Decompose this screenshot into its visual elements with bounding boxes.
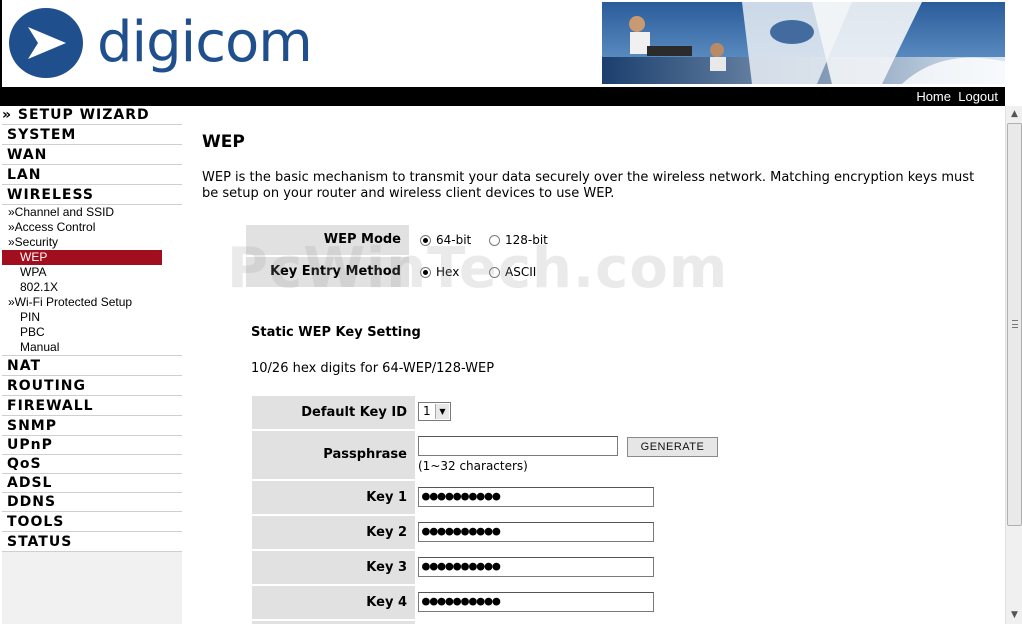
key-1-label: Key 1 — [252, 481, 415, 514]
logout-link[interactable]: Logout — [958, 88, 998, 105]
menu-upnp[interactable]: UPnP — [2, 436, 182, 455]
wep-mode-label: WEP Mode — [246, 225, 409, 255]
key-4-input[interactable]: ●●●●●●●●●● — [418, 592, 654, 612]
menu-status[interactable]: STATUS — [2, 532, 182, 552]
chevron-down-icon: ▼ — [435, 404, 449, 419]
radio-selected-icon — [420, 234, 431, 246]
window-edge — [1005, 0, 1007, 106]
main-content: WEP WEP is the basic mechanism to transm… — [182, 106, 1005, 624]
submenu-wep[interactable]: WEP — [2, 250, 162, 265]
default-key-id-label: Default Key ID — [252, 396, 415, 429]
passphrase-label: Passphrase — [252, 431, 415, 479]
wep-mode-128-radio[interactable]: 128-bit — [489, 233, 548, 247]
submenu-wpa[interactable]: WPA — [2, 265, 182, 280]
passphrase-input[interactable] — [418, 436, 618, 456]
wireless-submenu: »Channel and SSID »Access Control »Secur… — [2, 205, 182, 356]
wep-mode-64-radio[interactable]: 64-bit — [420, 233, 471, 247]
grip-icon — [1012, 320, 1018, 328]
menu-ddns[interactable]: DDNS — [2, 493, 182, 512]
key-entry-hex-label: Hex — [436, 265, 460, 279]
menu-lan[interactable]: LAN — [2, 165, 182, 185]
radio-empty-icon — [489, 234, 500, 246]
menu-setup-wizard[interactable]: » SETUP WIZARD — [2, 106, 182, 125]
radio-empty-icon — [489, 266, 500, 278]
menu-routing[interactable]: ROUTING — [2, 376, 182, 396]
logo-text: digicom — [97, 10, 313, 75]
key-entry-ascii-radio[interactable]: ASCII — [489, 265, 536, 279]
submenu-access-control[interactable]: »Access Control — [2, 220, 182, 235]
menu-wan[interactable]: WAN — [2, 145, 182, 165]
wep-mode-64-label: 64-bit — [436, 233, 472, 247]
menu-snmp[interactable]: SNMP — [2, 416, 182, 436]
menu-nat[interactable]: NAT — [2, 356, 182, 376]
key-2-label: Key 2 — [252, 516, 415, 549]
scroll-down-arrow-icon[interactable]: ▼ — [1006, 607, 1022, 624]
menu-wireless[interactable]: WIRELESS — [2, 185, 182, 205]
scroll-up-arrow-icon[interactable]: ▲ — [1006, 106, 1022, 123]
digicom-logo-icon — [9, 8, 83, 78]
top-nav-bar: Home Logout — [0, 87, 1005, 106]
default-key-id-value: 1 — [423, 404, 431, 418]
menu-adsl[interactable]: ADSL — [2, 474, 182, 493]
submenu-channel-ssid[interactable]: »Channel and SSID — [2, 205, 182, 220]
hex-digits-note: 10/26 hex digits for 64-WEP/128-WEP — [251, 361, 495, 376]
vertical-scrollbar[interactable]: ▲ ▼ — [1005, 106, 1022, 624]
key-3-input[interactable]: ●●●●●●●●●● — [418, 557, 654, 577]
key-entry-method-label: Key Entry Method — [246, 257, 409, 287]
sailing-banner-image — [602, 2, 1007, 84]
sidebar: » SETUP WIZARD SYSTEM WAN LAN WIRELESS »… — [2, 106, 182, 624]
key-1-input[interactable]: ●●●●●●●●●● — [418, 487, 654, 507]
wep-mode-128-label: 128-bit — [505, 233, 548, 247]
submenu-manual[interactable]: Manual — [2, 340, 182, 355]
menu-qos[interactable]: QoS — [2, 455, 182, 474]
static-wep-heading: Static WEP Key Setting — [251, 325, 421, 340]
intro-text: WEP is the basic mechanism to transmit y… — [202, 170, 975, 201]
submenu-security[interactable]: »Security — [2, 235, 182, 250]
menu-system[interactable]: SYSTEM — [2, 125, 182, 145]
key-3-label: Key 3 — [252, 551, 415, 584]
page-title: WEP — [202, 132, 245, 152]
default-key-id-select[interactable]: 1 ▼ — [418, 402, 451, 421]
submenu-8021x[interactable]: 802.1X — [2, 280, 182, 295]
key-2-input[interactable]: ●●●●●●●●●● — [418, 522, 654, 542]
submenu-pbc[interactable]: PBC — [2, 325, 182, 340]
menu-tools[interactable]: TOOLS — [2, 512, 182, 532]
submenu-wps[interactable]: »Wi-Fi Protected Setup — [2, 295, 182, 310]
header: digicom — [0, 0, 1007, 87]
passphrase-hint: (1~32 characters) — [418, 459, 528, 473]
scrollbar-thumb[interactable] — [1007, 123, 1022, 526]
home-link[interactable]: Home — [916, 88, 951, 105]
menu-firewall[interactable]: FIREWALL — [2, 396, 182, 416]
radio-selected-icon — [420, 266, 431, 278]
submenu-pin[interactable]: PIN — [2, 310, 182, 325]
key-entry-hex-radio[interactable]: Hex — [420, 265, 459, 279]
key-entry-ascii-label: ASCII — [505, 265, 537, 279]
key-4-label: Key 4 — [252, 586, 415, 619]
generate-button[interactable]: GENERATE — [627, 437, 718, 457]
